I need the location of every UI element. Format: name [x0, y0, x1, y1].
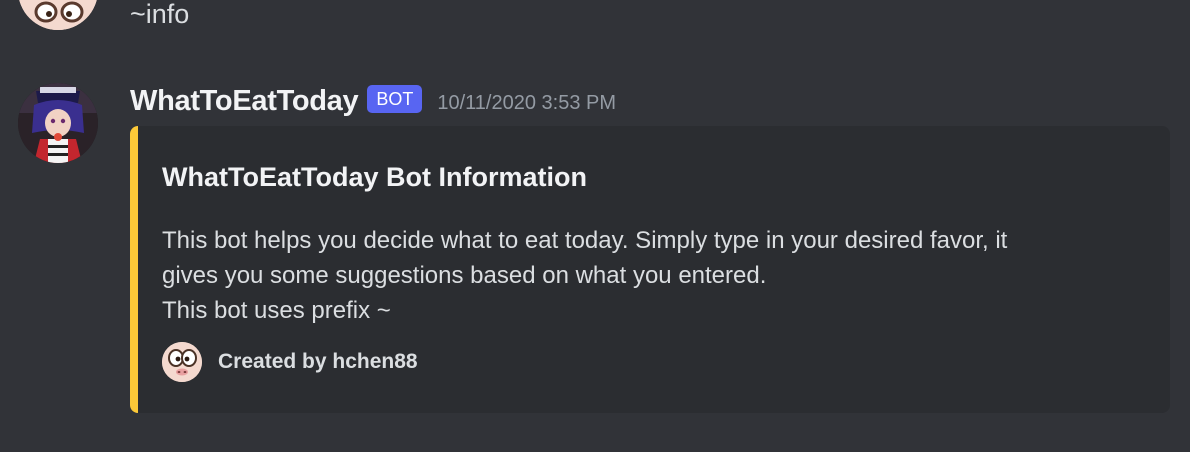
embed-footer: Created by hchen88	[162, 342, 418, 382]
message-timestamp[interactable]: 10/11/2020 3:53 PM	[437, 92, 616, 115]
embed-title: WhatToEatToday Bot Information	[162, 162, 587, 192]
bot-badge: BOT	[367, 85, 423, 113]
embed-accent-bar	[130, 126, 138, 413]
embed-description-line: gives you some suggestions based on what…	[162, 262, 767, 289]
previous-user-avatar[interactable]	[18, 0, 98, 30]
chat-view: ~info WhatToEatToday BOT 10/11/2020 3:53…	[0, 0, 1190, 452]
username[interactable]: WhatToEatToday	[130, 85, 359, 118]
embed-description-line: This bot helps you decide what to eat to…	[162, 227, 1008, 254]
message-embed: WhatToEatToday Bot Information This bot …	[130, 126, 1170, 413]
bot-avatar[interactable]	[18, 83, 98, 163]
message-header: WhatToEatToday BOT 10/11/2020 3:53 PM	[130, 82, 616, 120]
embed-footer-text: Created by hchen88	[218, 350, 418, 373]
embed-description-line: This bot uses prefix ~	[162, 297, 391, 324]
previous-message-text: ~info	[130, 0, 190, 29]
cartoon-face-icon	[162, 342, 202, 382]
embed-description: This bot helps you decide what to eat to…	[162, 223, 1142, 328]
